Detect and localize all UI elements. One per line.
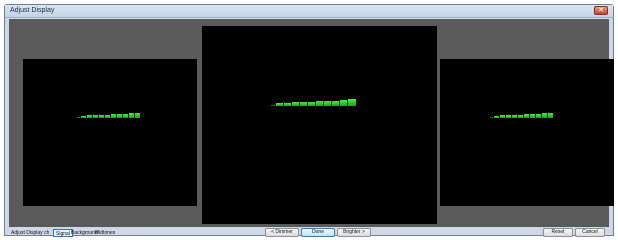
preview-area [9,19,614,227]
band [536,114,541,118]
band [271,105,275,106]
band [548,113,553,118]
adjust-display-label: Adjust Display ch [11,230,50,236]
done-button[interactable]: Done [301,228,335,237]
band-row [271,99,357,106]
band [105,115,110,118]
band [308,102,315,106]
band [117,114,122,118]
adjust-display-window: Adjust Display ✕ Adjust Display ch Signa… [4,4,614,239]
band [292,102,299,106]
band [135,113,140,118]
window-title: Adjust Display [10,7,55,14]
close-icon[interactable]: ✕ [594,6,608,15]
band [500,115,505,118]
cancel-button[interactable]: Cancel [575,228,605,237]
band [123,114,128,118]
band [81,116,86,118]
brighter-preview-panel[interactable] [440,59,614,206]
band [276,103,283,106]
band [300,102,307,106]
dimmer-button[interactable]: < Dimmer [265,228,299,237]
band [129,113,134,118]
band [324,101,331,106]
band [332,101,339,106]
band [542,113,547,118]
dimmer-preview-panel[interactable] [23,59,197,206]
band [87,115,92,118]
band [518,115,523,118]
band-row [77,113,141,118]
band [530,114,535,118]
current-preview-panel[interactable] [202,26,437,224]
band [93,115,98,118]
band [490,117,493,118]
band [348,99,356,106]
reset-button[interactable]: Reset [543,228,573,237]
band [111,114,116,118]
title-bar: Adjust Display ✕ [5,5,613,18]
band [524,114,529,118]
band-row [490,113,554,118]
band [494,116,499,118]
band [506,115,511,118]
band [340,100,347,106]
band [77,117,80,118]
band [316,101,323,106]
band [284,103,291,106]
button-bar: Adjust Display ch Signal Background Midt… [9,227,609,239]
brighter-button[interactable]: Brighter > [337,228,371,237]
band [512,115,517,118]
band [99,115,104,118]
tab-midtones[interactable]: Midtones [93,229,117,237]
